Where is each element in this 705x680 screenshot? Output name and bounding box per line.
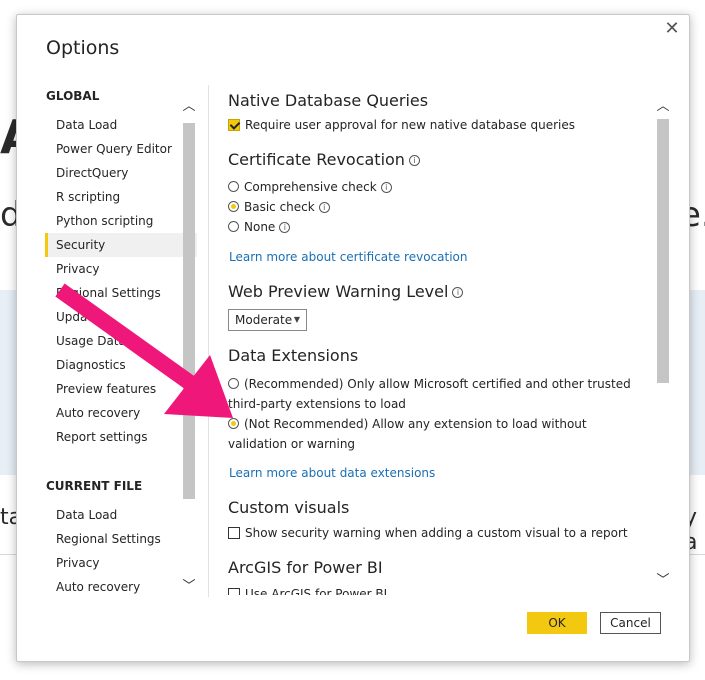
web-preview-level-value: Moderate [235,313,293,327]
cert-revocation-link[interactable]: Learn more about certificate revocation [229,250,468,264]
data-ext-option-not-recommended[interactable]: (Not Recommended) Allow any extension to… [228,414,638,454]
nav-item-auto-recovery[interactable]: Auto recovery [45,401,197,425]
cert-option-none[interactable]: None i [228,220,291,234]
nav-item-preview-features[interactable]: Preview features [45,377,197,401]
nav-item-python-scripting[interactable]: Python scripting [45,209,197,233]
cert-option-comprehensive[interactable]: Comprehensive check i [228,180,392,194]
section-title-web-preview: Web Preview Warning Level i [228,282,464,301]
nav-item-report-settings[interactable]: Report settings [45,425,197,449]
section-title-cert-revocation: Certificate Revocation i [228,150,420,169]
native-db-approval-checkbox[interactable] [228,118,240,131]
web-preview-level-select[interactable]: Moderate ▼ [228,309,307,331]
nav-item-cf-privacy[interactable]: Privacy [45,551,197,575]
nav-item-diagnostics[interactable]: Diagnostics [45,353,197,377]
custom-visuals-warning-option[interactable]: Show security warning when adding a cust… [228,526,628,540]
native-db-approval-option[interactable]: Require user approval for new native dat… [228,118,575,132]
section-title-native-db: Native Database Queries [228,91,429,110]
close-icon[interactable]: ✕ [663,20,681,38]
arcgis-option[interactable]: Use ArcGIS for Power BI [228,587,387,595]
radio-basic[interactable] [228,201,239,212]
content-scrollbar[interactable]: ︿ ﹀ [655,99,671,597]
cancel-button[interactable]: Cancel [600,612,661,634]
section-title-arcgis: ArcGIS for Power BI [228,558,383,577]
content-scrollbar-thumb[interactable] [657,119,669,383]
web-preview-title-text: Web Preview Warning Level [228,282,449,301]
native-db-approval-label: Require user approval for new native dat… [245,118,575,132]
info-icon[interactable]: i [452,287,464,298]
options-dialog: Options ✕ GLOBAL Data Load Power Query E… [16,14,690,662]
nav-item-directquery[interactable]: DirectQuery [45,161,197,185]
cert-option-basic-label: Basic check [244,200,315,214]
nav-item-cf-regional-settings[interactable]: Regional Settings [45,527,197,551]
nav-item-security[interactable]: Security [45,233,197,257]
cert-revocation-title-text: Certificate Revocation [228,150,405,169]
nav-item-cf-data-load[interactable]: Data Load [45,503,197,527]
nav-section-global: GLOBAL [46,89,100,103]
arcgis-checkbox[interactable] [228,587,240,595]
radio-data-ext-not-recommended[interactable] [228,418,239,429]
nav-item-r-scripting[interactable]: R scripting [45,185,197,209]
chevron-down-icon[interactable]: ﹀ [181,579,197,595]
nav-item-usage-data[interactable]: Usage Data [45,329,197,353]
security-settings-pane: Native Database Queries Require user app… [228,85,648,595]
radio-none[interactable] [228,221,239,232]
info-icon[interactable]: i [380,182,392,193]
data-ext-option-not-recommended-label: (Not Recommended) Allow any extension to… [228,417,587,451]
cert-option-comprehensive-label: Comprehensive check [244,180,377,194]
data-ext-option-recommended-label: (Recommended) Only allow Microsoft certi… [228,377,631,411]
options-nav: GLOBAL Data Load Power Query Editor Dire… [45,85,197,597]
arcgis-label: Use ArcGIS for Power BI [245,587,388,595]
info-icon[interactable]: i [279,222,291,233]
nav-section-current-file: CURRENT FILE [46,479,143,493]
pane-divider [208,85,209,597]
nav-item-privacy[interactable]: Privacy [45,257,197,281]
nav-item-power-query-editor[interactable]: Power Query Editor [45,137,197,161]
info-icon[interactable]: i [408,155,420,166]
nav-item-cf-auto-recovery[interactable]: Auto recovery [45,575,197,597]
chevron-down-icon: ▼ [293,315,300,324]
nav-item-data-load[interactable]: Data Load [45,113,197,137]
ok-button[interactable]: OK [527,612,587,634]
section-title-data-extensions: Data Extensions [228,346,359,365]
chevron-up-icon[interactable]: ︿ [655,99,671,115]
nav-scrollbar-thumb[interactable] [183,123,195,499]
chevron-down-icon[interactable]: ﹀ [655,573,671,589]
chevron-up-icon[interactable]: ︿ [181,99,197,115]
custom-visuals-warning-label: Show security warning when adding a cust… [245,526,628,540]
cert-option-basic[interactable]: Basic check i [228,200,330,214]
radio-comprehensive[interactable] [228,181,239,192]
radio-data-ext-recommended[interactable] [228,378,239,389]
data-extensions-link[interactable]: Learn more about data extensions [229,466,435,480]
nav-item-updates[interactable]: Updates [45,305,197,329]
custom-visuals-warning-checkbox[interactable] [228,526,240,539]
section-title-custom-visuals: Custom visuals [228,498,350,517]
info-icon[interactable]: i [318,202,330,213]
cert-option-none-label: None [244,220,276,234]
nav-item-regional-settings[interactable]: Regional Settings [45,281,197,305]
data-ext-option-recommended[interactable]: (Recommended) Only allow Microsoft certi… [228,374,638,414]
nav-scrollbar[interactable]: ︿ ﹀ [181,99,197,597]
dialog-title: Options [46,37,120,59]
